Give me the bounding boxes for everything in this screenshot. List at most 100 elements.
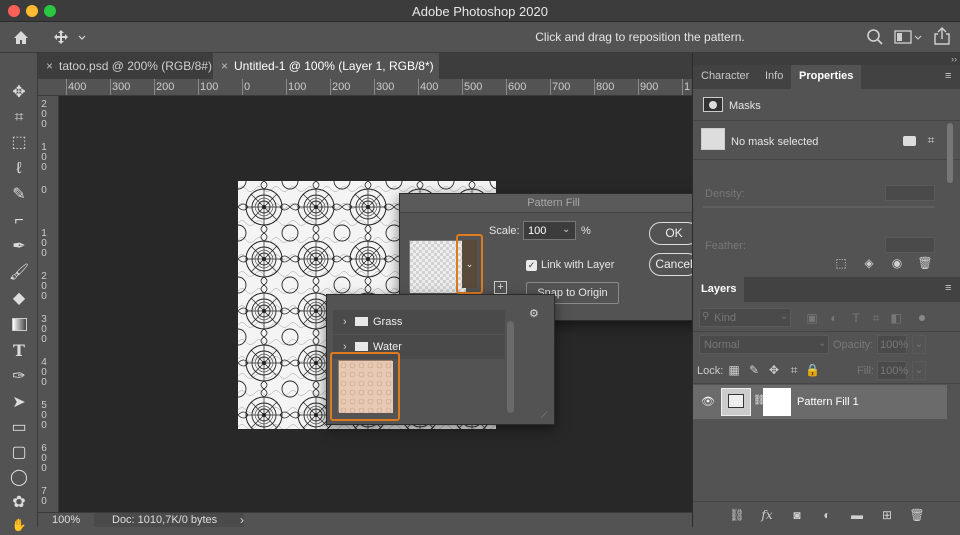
link-layers-icon[interactable]: ⛓ (729, 508, 745, 522)
link-with-layer-checkbox[interactable]: ✓ (526, 260, 537, 271)
tools-panel: ✥ ⌗ ⬚ ℓ ✎ ⌐ ✒ 🖌 ◆ T ✑ ➤ ▭ ▢ ◯ ✿ ✋ (0, 53, 38, 532)
lock-all-icon[interactable]: 🔒 (805, 363, 820, 377)
filter-smart-object-icon[interactable]: ◧ (889, 311, 903, 325)
lock-pixels-icon[interactable]: ✎ (747, 363, 761, 377)
move-tool-preset[interactable] (52, 27, 92, 47)
load-selection-icon[interactable]: ⬚ (833, 256, 849, 270)
ruler-label: 600 (508, 81, 527, 93)
brush-tool-icon[interactable]: 🖌 (8, 263, 30, 283)
share-button[interactable] (932, 26, 952, 46)
options-bar: Click and drag to reposition the pattern… (0, 22, 960, 53)
pattern-dropdown-toggle[interactable]: ⌄ (462, 240, 477, 288)
adjustment-layer-icon[interactable]: ◐ (819, 508, 835, 522)
pattern-thumbnail[interactable] (338, 360, 393, 413)
quick-selection-tool-icon[interactable]: ✎ (8, 185, 30, 205)
blend-mode-select[interactable]: Normal ⌄ (699, 335, 829, 354)
apply-mask-icon[interactable]: ◈ (861, 256, 877, 270)
chevron-right-icon: › (343, 316, 347, 328)
crop-tool-icon[interactable]: ⌐ (8, 211, 30, 231)
ruler-tick (462, 79, 463, 95)
link-with-layer-label: Link with Layer (541, 259, 615, 271)
fill-input[interactable]: 100% (877, 361, 908, 380)
hand-tool-icon[interactable]: ✋ (8, 515, 30, 535)
type-tool-icon[interactable]: T (8, 341, 30, 361)
path-selection-tool-icon[interactable]: ➤ (8, 393, 30, 413)
layer-row[interactable]: 👁 ⛓ Pattern Fill 1 (693, 385, 947, 419)
document-tab-bar: ›› ×tatoo.psd @ 200% (RGB/8#) ×Untitled-… (0, 53, 692, 79)
rounded-rectangle-tool-icon[interactable]: ▢ (8, 443, 30, 463)
ruler-label: 3 0 0 (41, 314, 47, 345)
scale-label: Scale: (489, 225, 520, 237)
filter-adjustment-icon[interactable]: ◐ (827, 311, 841, 325)
gradient-tool-icon[interactable] (8, 315, 30, 335)
ruler-label: 500 (464, 81, 483, 93)
opacity-input[interactable]: 100% (877, 335, 909, 354)
density-slider[interactable] (703, 206, 935, 208)
document-info[interactable]: Doc: 1010,7K/0 bytes (112, 514, 217, 526)
tab-untitled[interactable]: × Untitled-1 @ 100% (Layer 1, RGB/8*) (213, 53, 439, 79)
home-button[interactable] (6, 26, 36, 48)
tab-properties[interactable]: Properties (791, 65, 862, 89)
fx-icon[interactable]: fx (759, 508, 775, 522)
add-mask-icon[interactable]: ◙ (789, 508, 805, 522)
tab-info[interactable]: Info (757, 65, 791, 89)
home-icon (14, 31, 28, 44)
lasso-tool-icon[interactable]: ℓ (8, 159, 30, 179)
zoom-level[interactable]: 100% (52, 514, 80, 526)
new-group-icon[interactable]: ▬ (849, 508, 865, 522)
pen-tool-icon[interactable]: ✑ (8, 367, 30, 387)
filter-type-icon[interactable]: T (849, 311, 863, 325)
ruler-label: 200 (332, 81, 351, 93)
folder-grass[interactable]: › Grass (333, 310, 505, 334)
trash-icon[interactable]: 🗑 (917, 256, 933, 270)
close-tab-icon[interactable]: × (46, 59, 53, 73)
add-vector-mask-icon[interactable]: ⌗ (923, 133, 939, 147)
ruler-tick (330, 79, 331, 95)
picker-scrollbar[interactable] (507, 321, 514, 413)
scale-input[interactable]: 100 ⌄ (523, 221, 576, 240)
filter-toggle[interactable] (919, 315, 925, 321)
lock-transparent-icon[interactable]: ▦ (727, 363, 741, 377)
panel-menu-icon[interactable]: ≡ (945, 70, 951, 82)
pattern-picker-highlight: ⌄ (456, 234, 483, 294)
search-button[interactable] (866, 28, 884, 46)
delete-layer-icon[interactable]: 🗑 (909, 508, 925, 522)
scale-dropdown-icon[interactable]: ⌄ (562, 224, 570, 235)
close-tab-icon[interactable]: × (221, 59, 228, 73)
properties-scrollbar[interactable] (947, 123, 953, 183)
gear-icon[interactable]: ⚙ (529, 307, 539, 320)
rectangle-tool-icon[interactable]: ▭ (8, 418, 30, 438)
blend-mode-value: Normal (704, 339, 740, 351)
layer-filter-select[interactable]: ⚲ Kind ⌄ (699, 308, 791, 327)
eyedropper-tool-icon[interactable]: ✒ (8, 237, 30, 257)
marquee-tool-icon[interactable]: ⬚ (8, 133, 30, 153)
visibility-eye-icon[interactable]: ◉ (889, 256, 905, 270)
opacity-dropdown-icon[interactable]: ⌄ (912, 335, 926, 354)
workspace-button[interactable] (894, 29, 922, 45)
filter-shape-icon[interactable]: ⌗ (869, 311, 883, 325)
tab-character[interactable]: Character (693, 65, 757, 89)
feather-input[interactable] (885, 237, 935, 253)
new-layer-icon[interactable]: ⊞ (879, 508, 895, 522)
filter-pixel-icon[interactable]: ▣ (805, 311, 819, 325)
move-tool-icon[interactable]: ✥ (8, 83, 30, 103)
resize-grip-icon[interactable]: ⟋ (541, 410, 547, 421)
layer-name[interactable]: Pattern Fill 1 (797, 396, 859, 408)
artboard-tool-icon[interactable]: ⌗ (8, 108, 30, 128)
ellipse-tool-icon[interactable]: ◯ (8, 468, 30, 488)
eraser-tool-icon[interactable]: ◆ (8, 289, 30, 309)
add-pixel-mask-icon[interactable] (903, 136, 916, 146)
fill-dropdown-icon[interactable]: ⌄ (912, 361, 926, 380)
lock-position-icon[interactable]: ✥ (767, 363, 781, 377)
density-input[interactable] (885, 185, 935, 201)
panel-collapse-icon[interactable]: ›› (693, 53, 960, 65)
status-menu-arrow[interactable]: › (240, 513, 244, 527)
layer-visibility-eye-icon[interactable]: 👁 (701, 395, 715, 408)
tab-tatoo[interactable]: × tatoo.psd @ 200% (RGB/8#) (38, 53, 213, 79)
custom-shape-tool-icon[interactable]: ✿ (8, 493, 30, 513)
lock-artboard-icon[interactable]: ⌗ (787, 363, 801, 377)
opacity-value: 100% (880, 339, 909, 351)
tab-layers[interactable]: Layers (693, 277, 745, 302)
layers-menu-icon[interactable]: ≡ (945, 282, 951, 294)
new-preset-button[interactable]: + (494, 281, 507, 294)
